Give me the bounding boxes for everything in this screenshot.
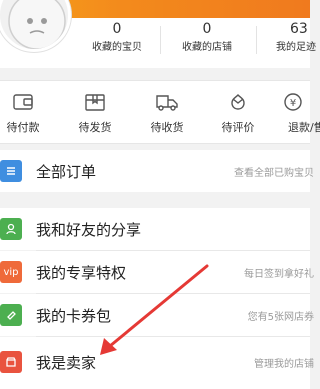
stat-value: 0 bbox=[112, 21, 122, 37]
order-pending-payment[interactable]: 待付款 bbox=[0, 89, 53, 135]
order-label: 待发货 bbox=[78, 121, 112, 134]
stat-favorite-shops[interactable]: 0 收藏的店铺 bbox=[174, 20, 240, 56]
menu-item-title: 我的专享特权 bbox=[36, 264, 127, 282]
shop-icon bbox=[0, 351, 22, 373]
order-label: 退款/售后 bbox=[288, 121, 320, 134]
order-pending-receipt[interactable]: 待收货 bbox=[137, 89, 197, 135]
stat-label: 收藏的宝贝 bbox=[92, 42, 142, 53]
review-icon bbox=[231, 94, 245, 110]
stat-value: 63 bbox=[290, 21, 308, 37]
package-icon bbox=[85, 94, 105, 111]
divider bbox=[256, 26, 257, 54]
vip-icon: vip bbox=[0, 261, 22, 283]
menu-item-title: 我的卡券包 bbox=[36, 307, 112, 325]
share-icon bbox=[0, 218, 22, 240]
all-orders-row[interactable]: 全部订单 查看全部已购宝贝 bbox=[0, 150, 314, 192]
menu-item-vip[interactable]: vip 我的专享特权 每日签到拿好礼 bbox=[0, 251, 314, 293]
menu-item-title: 我是卖家 bbox=[36, 354, 97, 372]
truck-icon bbox=[156, 95, 178, 111]
coupon-icon bbox=[0, 304, 22, 326]
order-refund[interactable]: ¥ 退款/售后 bbox=[276, 89, 320, 135]
order-list-icon bbox=[0, 160, 22, 182]
all-orders-title: 全部订单 bbox=[36, 163, 97, 181]
order-label: 待付款 bbox=[6, 121, 40, 134]
wallet-icon bbox=[13, 94, 33, 110]
stat-favorite-items[interactable]: 0 收藏的宝贝 bbox=[84, 20, 150, 56]
svg-text:¥: ¥ bbox=[290, 98, 296, 109]
menu-item-title: 我和好友的分享 bbox=[36, 221, 142, 239]
order-label: 待评价 bbox=[221, 121, 255, 134]
menu-item-hint: 每日签到拿好礼 bbox=[244, 269, 314, 280]
menu-item-share[interactable]: 我和好友的分享 bbox=[0, 208, 310, 250]
order-pending-review[interactable]: 待评价 bbox=[208, 89, 268, 135]
stat-value: 0 bbox=[202, 21, 212, 37]
stat-label: 我的足迹 bbox=[276, 42, 316, 53]
order-pending-shipment[interactable]: 待发货 bbox=[65, 89, 125, 135]
stat-label: 收藏的店铺 bbox=[182, 42, 232, 53]
menu-item-coupons[interactable]: 我的卡券包 您有5张网店券 bbox=[0, 294, 314, 336]
refund-icon: ¥ bbox=[284, 93, 302, 111]
all-orders-hint: 查看全部已购宝贝 bbox=[234, 168, 314, 179]
menu-item-hint: 您有5张网店券 bbox=[247, 312, 314, 323]
order-status-bar: 待付款 待发货 待收货 待评价 ¥ 退款/售 bbox=[0, 80, 320, 144]
order-label: 待收货 bbox=[150, 121, 184, 134]
stat-footprint[interactable]: 63 我的足迹 bbox=[276, 20, 320, 56]
menu-item-hint: 管理我的店铺 bbox=[254, 359, 314, 370]
menu-item-seller[interactable]: 我是卖家 管理我的店铺 bbox=[0, 337, 314, 389]
divider bbox=[160, 26, 161, 54]
